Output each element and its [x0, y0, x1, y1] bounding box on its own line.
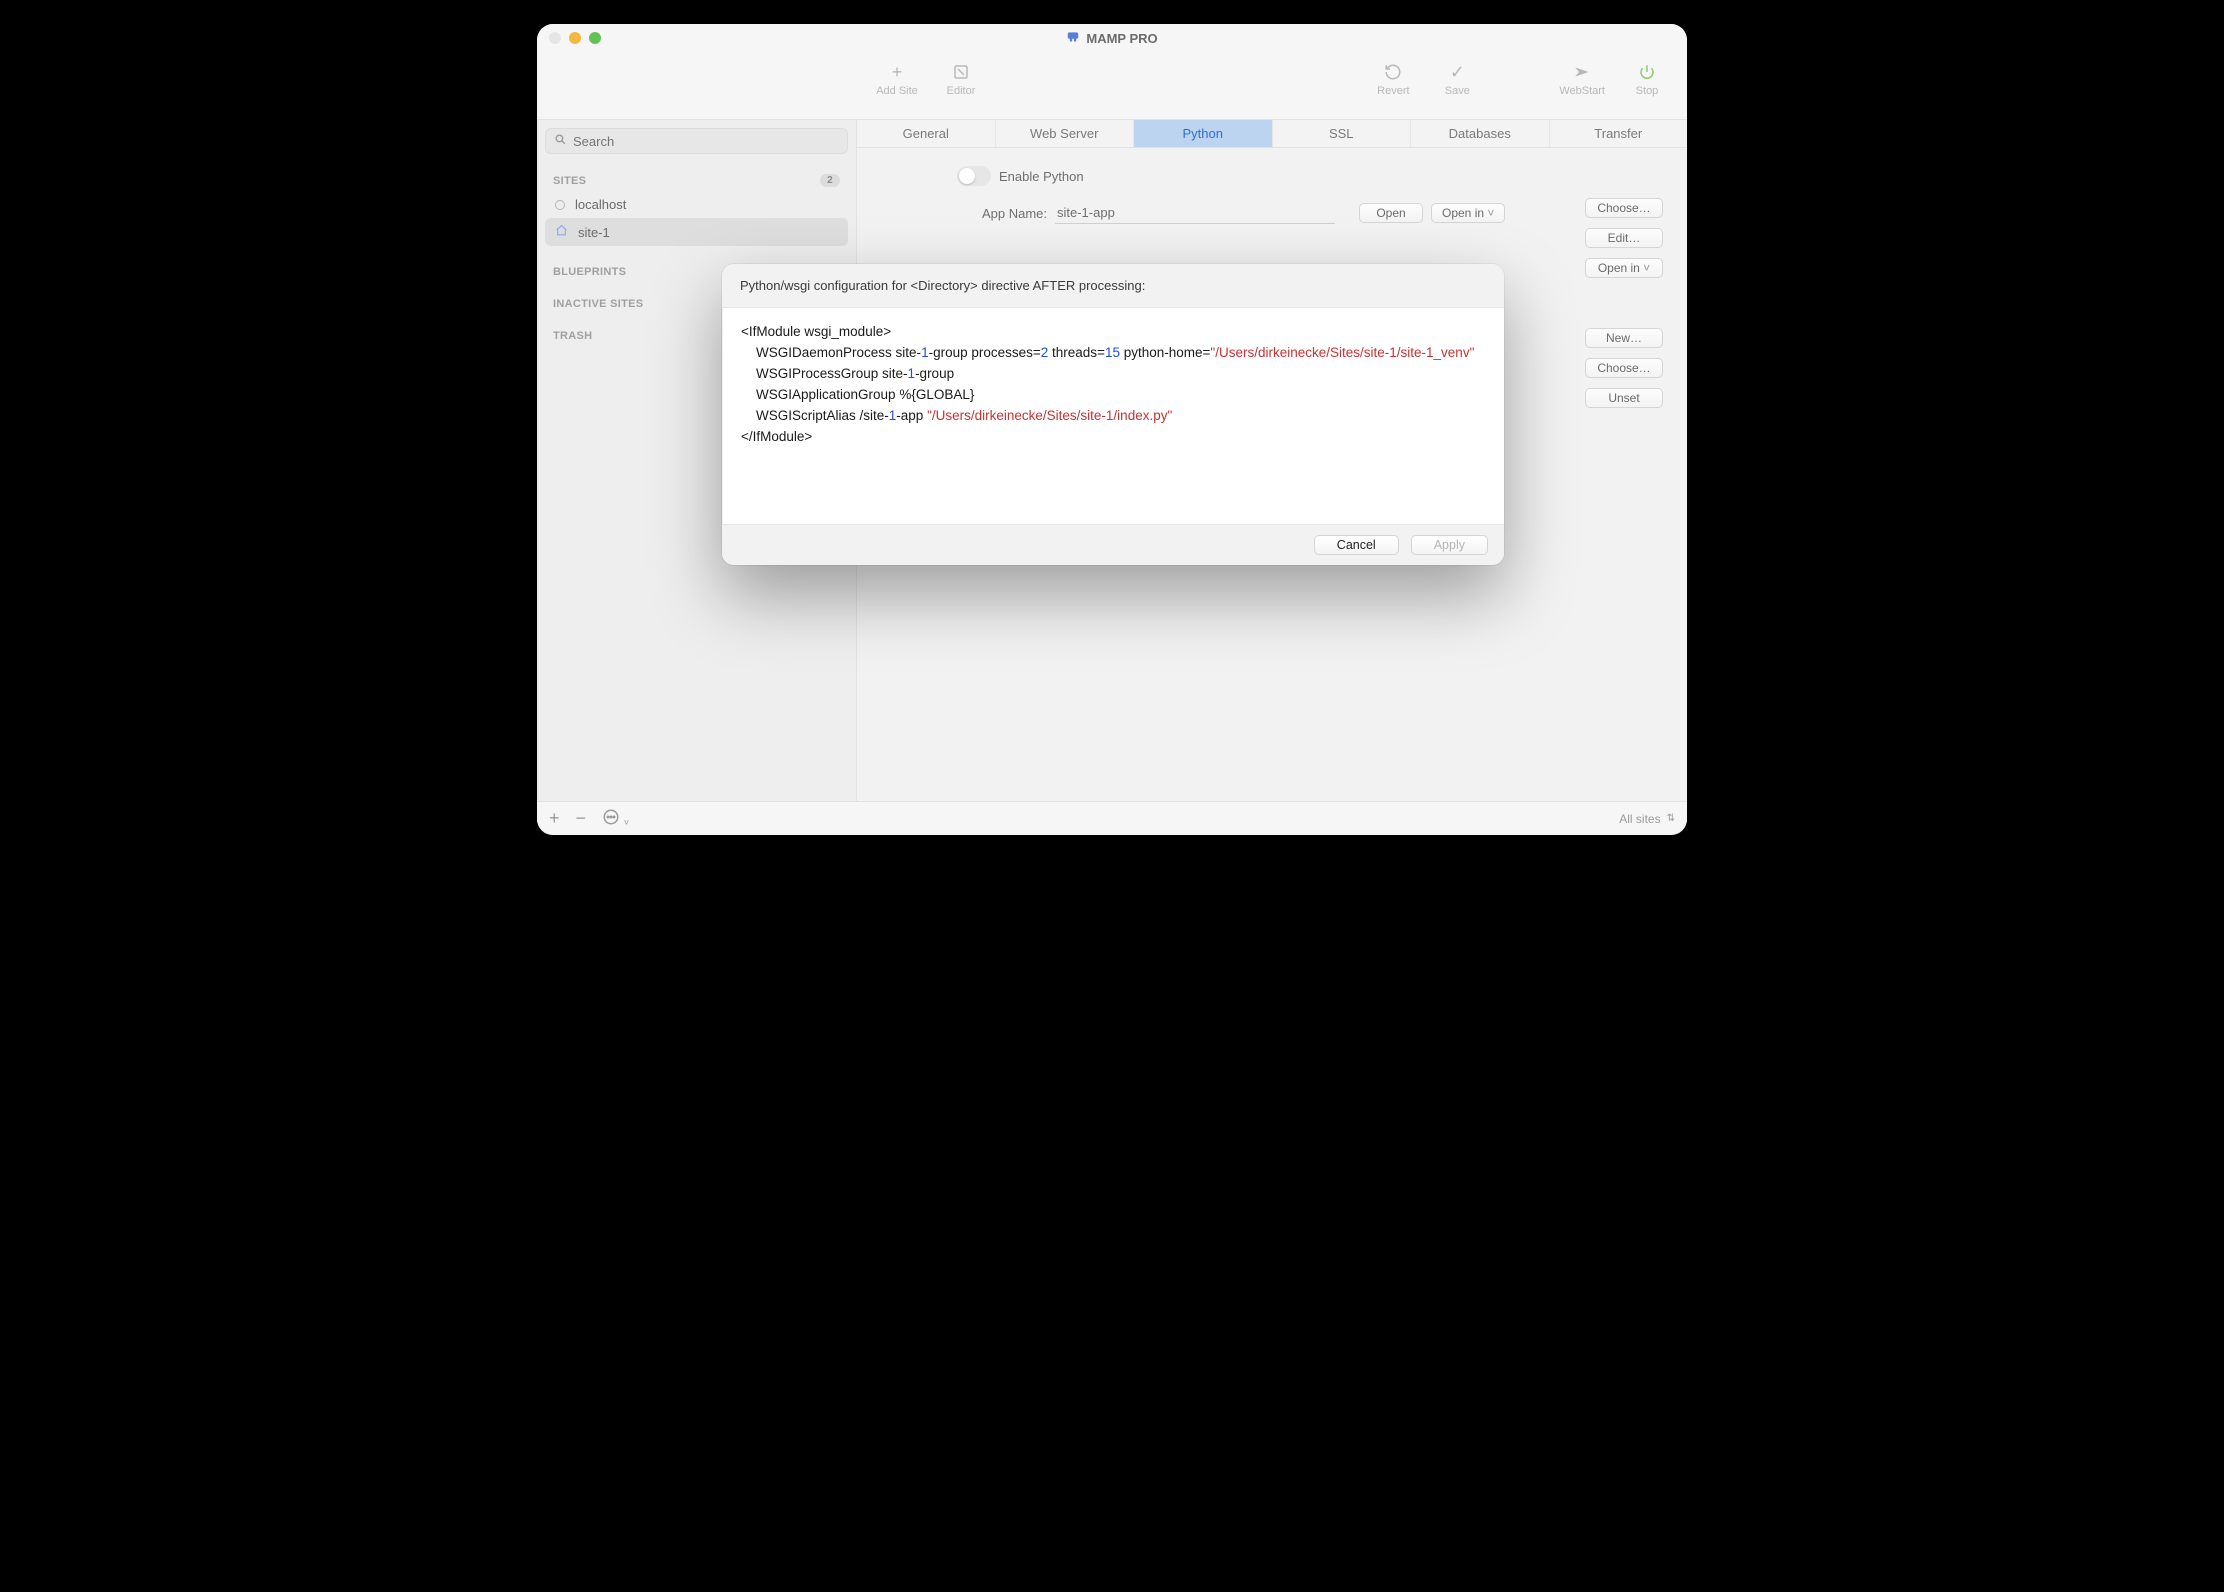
modal-title: Python/wsgi configuration for <Directory… — [722, 264, 1504, 308]
statusbar: + − ˅ All sites ⇅ — [537, 801, 1687, 835]
new-button[interactable]: New… — [1585, 328, 1663, 348]
side-buttons: Choose… Edit… Open in New… Choose… Unset — [1585, 198, 1663, 408]
add-icon[interactable]: + — [549, 808, 560, 829]
app-name-input[interactable] — [1055, 202, 1335, 224]
search-field[interactable] — [545, 128, 848, 154]
sidebar-item-localhost[interactable]: localhost — [545, 191, 848, 218]
stop-button[interactable]: Stop — [1625, 62, 1669, 97]
close-window-button[interactable] — [549, 32, 561, 44]
modal-footer: Cancel Apply — [722, 524, 1504, 565]
app-name-label: App Name: — [887, 206, 1047, 221]
apply-button[interactable]: Apply — [1411, 535, 1488, 555]
search-input[interactable] — [573, 134, 839, 149]
toolbar: + Add Site Editor Revert ✓ Save — [537, 52, 1687, 120]
status-dot-icon — [555, 200, 565, 210]
sidebar-item-label: site-1 — [578, 225, 610, 240]
traffic-lights — [549, 32, 601, 44]
choose-button-1[interactable]: Choose… — [1585, 198, 1663, 218]
app-window: MAMP PRO + Add Site Editor Revert — [537, 24, 1687, 835]
sort-arrows-icon[interactable]: ⇅ — [1667, 813, 1675, 824]
titlebar: MAMP PRO — [537, 24, 1687, 52]
python-form: Enable Python App Name: Open Open in — [857, 148, 1687, 252]
add-site-label: Add Site — [876, 85, 918, 97]
enable-python-toggle[interactable] — [957, 166, 991, 186]
stop-label: Stop — [1636, 85, 1659, 97]
tab-ssl[interactable]: SSL — [1273, 120, 1412, 147]
webstart-button[interactable]: WebStart — [1559, 62, 1605, 97]
plane-icon — [1572, 62, 1592, 82]
all-sites-filter[interactable]: All sites — [1619, 812, 1660, 826]
add-site-button[interactable]: + Add Site — [875, 62, 919, 97]
maximize-window-button[interactable] — [589, 32, 601, 44]
revert-icon — [1383, 62, 1403, 82]
section-trash-label: TRASH — [553, 330, 592, 342]
plus-icon: + — [887, 62, 907, 82]
remove-icon[interactable]: − — [576, 808, 587, 829]
tabs: General Web Server Python SSL Databases … — [857, 120, 1687, 148]
editor-label: Editor — [947, 85, 976, 97]
revert-button[interactable]: Revert — [1371, 62, 1415, 97]
open-button[interactable]: Open — [1359, 203, 1423, 223]
save-button[interactable]: ✓ Save — [1435, 62, 1479, 97]
home-icon — [555, 224, 568, 240]
open-in-button-2[interactable]: Open in — [1585, 258, 1663, 278]
tab-python[interactable]: Python — [1134, 120, 1273, 147]
editor-icon — [951, 62, 971, 82]
section-blueprints-label: BLUEPRINTS — [553, 266, 626, 278]
minimize-window-button[interactable] — [569, 32, 581, 44]
sites-count-badge: 2 — [820, 174, 840, 187]
tab-web-server[interactable]: Web Server — [996, 120, 1135, 147]
sidebar-item-label: localhost — [575, 197, 626, 212]
more-icon[interactable]: ˅ — [602, 808, 629, 829]
tab-databases[interactable]: Databases — [1411, 120, 1550, 147]
app-logo-icon — [1066, 30, 1080, 47]
tab-transfer[interactable]: Transfer — [1550, 120, 1688, 147]
section-sites-label: SITES — [553, 175, 586, 187]
choose-button-2[interactable]: Choose… — [1585, 358, 1663, 378]
check-icon: ✓ — [1447, 62, 1467, 82]
unset-button[interactable]: Unset — [1585, 388, 1663, 408]
enable-python-label: Enable Python — [999, 169, 1084, 184]
power-icon — [1637, 62, 1657, 82]
webstart-label: WebStart — [1559, 85, 1605, 97]
wsgi-config-modal: Python/wsgi configuration for <Directory… — [722, 264, 1504, 565]
editor-button[interactable]: Editor — [939, 62, 983, 97]
cancel-button[interactable]: Cancel — [1314, 535, 1399, 555]
tab-general[interactable]: General — [857, 120, 996, 147]
search-icon — [554, 133, 567, 149]
revert-label: Revert — [1377, 85, 1409, 97]
sidebar-item-site-1[interactable]: site-1 — [545, 218, 848, 246]
config-code-area[interactable]: <IfModule wsgi_module> WSGIDaemonProcess… — [722, 308, 1504, 524]
section-sites: SITES 2 — [545, 168, 848, 191]
app-title: MAMP PRO — [1086, 31, 1157, 46]
save-label: Save — [1445, 85, 1470, 97]
section-inactive-label: INACTIVE SITES — [553, 298, 643, 310]
open-in-dropdown-button[interactable]: Open in — [1431, 203, 1505, 223]
edit-button[interactable]: Edit… — [1585, 228, 1663, 248]
